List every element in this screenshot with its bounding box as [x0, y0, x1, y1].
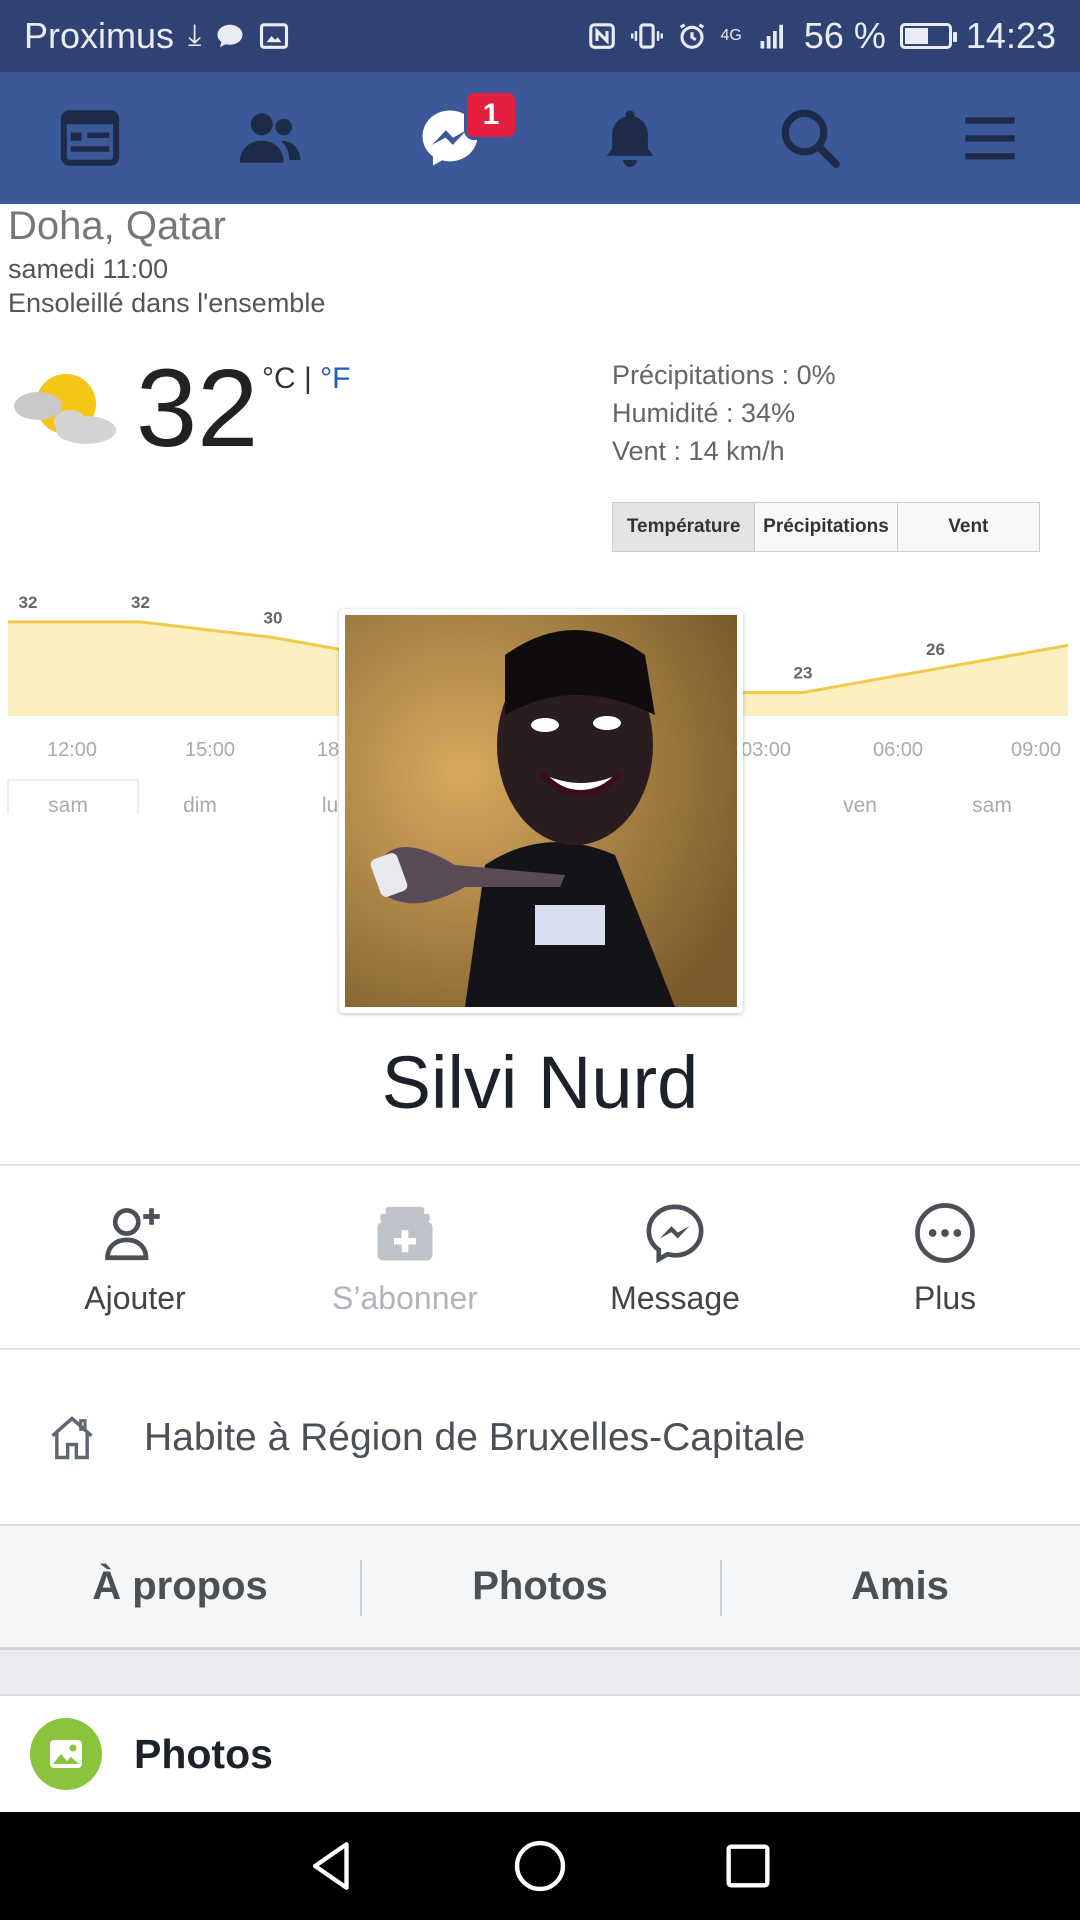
chart-data-label: 23	[794, 663, 813, 682]
status-bar-left: Proximus ⤓	[24, 15, 289, 57]
chart-x-tick-label: 09:00	[1011, 739, 1061, 761]
nav-search[interactable]	[720, 72, 900, 204]
chart-x-tick-label: 15:00	[185, 739, 235, 761]
news-feed-icon	[60, 110, 120, 166]
weather-temperature: 32	[136, 347, 259, 470]
chart-x-tick-label: 06:00	[873, 739, 923, 761]
chart-x-tick-label: 03:00	[741, 739, 791, 761]
day-label[interactable]: lu	[322, 794, 338, 814]
subscribe-button[interactable]: S’abonner	[270, 1168, 540, 1348]
temperature-units: °C | °F	[262, 362, 350, 396]
tab-about[interactable]: À propos	[0, 1564, 360, 1609]
battery-level	[904, 28, 929, 44]
search-icon	[781, 109, 840, 168]
battery-percent: 56 %	[803, 15, 886, 56]
home-icon	[51, 1416, 93, 1460]
divider	[0, 1164, 1080, 1166]
partly-cloudy-icon	[14, 374, 116, 444]
add-friend-label: Ajouter	[84, 1279, 186, 1316]
weather-tab-wind[interactable]: Vent	[898, 503, 1039, 551]
day-label[interactable]: dim	[183, 794, 217, 814]
nfc-icon	[588, 23, 615, 49]
status-bar: Proximus ⤓ 4G 56 % 14:23	[0, 0, 1080, 72]
profile-actions: Ajouter S’abonner Message Plus	[0, 1168, 1080, 1348]
recents-icon[interactable]	[719, 1837, 777, 1895]
signal-icon	[760, 24, 783, 49]
gallery-icon	[260, 23, 289, 49]
tab-friends[interactable]: Amis	[720, 1560, 1080, 1616]
weather-stats: Précipitations : 0% Humidité : 34% Vent …	[612, 356, 836, 470]
weather-tab-temperature[interactable]: Température	[613, 503, 756, 551]
more-button[interactable]: Plus	[810, 1168, 1080, 1348]
top-navigation: 1	[0, 72, 1080, 204]
weather-condition: Ensoleillé dans l'ensemble	[8, 288, 326, 318]
day-label[interactable]: sam	[972, 794, 1012, 814]
tab-photos[interactable]: Photos	[360, 1560, 720, 1616]
weather-datetime: samedi 11:00	[8, 254, 169, 284]
divider	[0, 1348, 1080, 1350]
photos-section-header[interactable]: Photos	[0, 1696, 1080, 1812]
bell-icon	[606, 110, 654, 167]
message-label: Message	[610, 1279, 740, 1316]
hamburger-menu-icon	[965, 117, 1015, 160]
nav-friends[interactable]	[180, 72, 360, 204]
android-navigation-bar	[0, 1812, 1080, 1920]
alarm-icon	[679, 23, 704, 49]
messenger-icon	[646, 1204, 704, 1263]
clock: 14:23	[965, 15, 1056, 56]
chart-data-label: 26	[926, 640, 945, 659]
unit-fahrenheit[interactable]: °F	[320, 362, 350, 395]
vibrate-icon	[630, 23, 663, 49]
home-circle-icon[interactable]	[511, 1837, 569, 1895]
day-label[interactable]: sam	[48, 794, 88, 814]
chart-data-label: 32	[131, 593, 150, 612]
chart-x-tick-label: 12:00	[47, 739, 97, 761]
more-label: Plus	[913, 1279, 977, 1316]
nav-notifications[interactable]	[540, 72, 720, 204]
weather-wind: Vent : 14 km/h	[612, 436, 785, 466]
profile-photo-image	[345, 615, 737, 1007]
unit-celsius[interactable]: °C	[262, 362, 296, 395]
weather-precipitation: Précipitations : 0%	[612, 360, 836, 390]
photos-section-title: Photos	[134, 1730, 273, 1777]
messenger-badge: 1	[464, 90, 518, 140]
nav-menu[interactable]	[900, 72, 1080, 204]
battery-icon	[899, 23, 957, 49]
network-type: 4G	[720, 27, 742, 44]
chart-data-label: 30	[264, 609, 283, 628]
back-icon[interactable]	[303, 1837, 361, 1895]
nav-news-feed[interactable]	[0, 72, 180, 204]
chart-x-tick-label: 18	[317, 739, 339, 761]
lives-in-text: Habite à Région de Bruxelles-Capitale	[144, 1416, 806, 1459]
photos-icon	[30, 1718, 102, 1790]
day-label[interactable]: ven	[843, 794, 877, 814]
status-bar-right: 4G 56 % 14:23	[587, 15, 1056, 57]
profile-tabs: À propos Photos Amis	[0, 1524, 1080, 1650]
nav-messenger[interactable]: 1	[360, 72, 540, 204]
chat-icon	[217, 24, 243, 48]
weather-tabs: Température Précipitations Vent	[612, 502, 1040, 552]
subscribe-icon	[377, 1206, 433, 1260]
friends-icon	[239, 113, 301, 163]
weather-location: Doha, Qatar	[8, 204, 226, 248]
add-friend-icon	[105, 1207, 160, 1260]
profile-name: Silvi Nurd	[381, 1041, 699, 1124]
lives-in-row[interactable]: Habite à Région de Bruxelles-Capitale	[0, 1352, 1080, 1524]
more-icon	[915, 1202, 975, 1263]
profile-picture[interactable]	[339, 609, 743, 1013]
message-button[interactable]: Message	[540, 1168, 810, 1348]
carrier-name: Proximus	[24, 15, 175, 56]
add-friend-button[interactable]: Ajouter	[0, 1168, 270, 1348]
section-separator	[0, 1650, 1080, 1696]
weather-tab-precipitation[interactable]: Précipitations	[755, 503, 898, 551]
subscribe-label: S’abonner	[332, 1279, 478, 1316]
chart-data-label: 32	[19, 593, 38, 612]
download-icon: ⤓	[188, 19, 202, 52]
unit-separator: |	[295, 362, 321, 395]
weather-humidity: Humidité : 34%	[612, 398, 796, 428]
